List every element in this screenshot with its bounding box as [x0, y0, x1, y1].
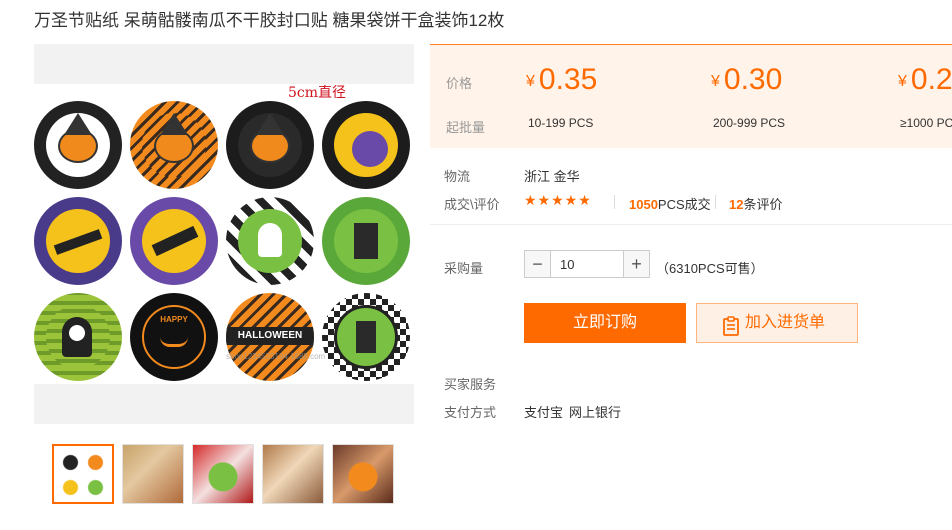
price-value: 0.2 — [910, 63, 952, 96]
size-caption: 5cm直径 — [288, 85, 347, 101]
product-title: 万圣节贴纸 呆萌骷髅南瓜不干胶封口贴 糖果袋饼干盒装饰12枚 — [34, 11, 505, 30]
divider — [430, 224, 952, 225]
price-tier-2: ¥0.30 — [711, 63, 782, 97]
deals-label: 成交\评价 — [444, 197, 500, 212]
tier-2-range: 200-999 PCS — [713, 116, 786, 130]
logistics-origin: 浙江 金华 — [524, 169, 580, 184]
price-tier-1: ¥0.35 — [526, 63, 597, 97]
sticker-moon-bat — [322, 101, 410, 189]
sticker-witch-purple — [34, 197, 122, 285]
clipboard-icon — [723, 313, 739, 351]
main-product-image[interactable]: HAPPY HALLOWEEN 5cm直径 shop1234523194.168… — [34, 44, 414, 424]
currency-symbol: ¥ — [898, 73, 907, 90]
deal-count[interactable]: 1050PCS成交 — [629, 194, 711, 213]
logistics-label: 物流 — [444, 169, 471, 184]
payment-online-bank: 网上银行 — [569, 405, 622, 420]
thumbnail-3[interactable] — [192, 444, 254, 504]
rating-stars: ★★★★★ — [524, 192, 592, 208]
sticker-happy-halloween-face: HAPPY — [130, 293, 218, 381]
divider — [614, 195, 615, 209]
sticker-grim-reaper-stripes — [34, 293, 122, 381]
buyer-services-label: 买家服务 — [444, 377, 497, 392]
available-stock: （6310PCS可售） — [656, 261, 764, 276]
price-value: 0.30 — [723, 63, 783, 96]
payment-label: 支付方式 — [444, 405, 497, 420]
sticker-castle-checker — [322, 293, 410, 381]
thumbnail-1[interactable] — [52, 444, 114, 504]
tier-1-range: 10-199 PCS — [528, 116, 594, 130]
sticker-pumpkin-witch-hat-white — [34, 101, 122, 189]
sticker-ghost-argyle — [226, 197, 314, 285]
quantity-input[interactable] — [552, 251, 622, 277]
price-value: 0.35 — [538, 63, 598, 96]
sticker-halloween-banner: HALLOWEEN — [226, 293, 314, 381]
quantity-label: 采购量 — [444, 261, 484, 276]
currency-symbol: ¥ — [711, 73, 720, 90]
sticker-haunted-castle — [322, 197, 410, 285]
sticker-witch-broom — [130, 197, 218, 285]
increase-button[interactable]: + — [623, 251, 649, 277]
price-tier-3: ¥0.2 — [898, 63, 952, 97]
quantity-stepper: − + — [524, 250, 650, 278]
add-to-cart-label: 加入进货单 — [745, 314, 826, 331]
tier-3-range: ≥1000 PCS — [900, 116, 952, 130]
decrease-button[interactable]: − — [525, 251, 551, 277]
add-to-cart-button[interactable]: 加入进货单 — [696, 303, 858, 343]
currency-symbol: ¥ — [526, 73, 535, 90]
payment-alipay: 支付宝 — [524, 405, 564, 420]
thumbnail-2[interactable] — [122, 444, 184, 504]
price-panel: 价格 起批量 ¥0.35 10-199 PCS ¥0.30 200-999 PC… — [430, 44, 952, 148]
image-watermark: shop1234523194.1688.com — [226, 352, 326, 361]
image-canvas: HAPPY HALLOWEEN 5cm直径 shop1234523194.168… — [34, 84, 414, 384]
price-label: 价格 — [446, 76, 473, 91]
divider — [715, 195, 716, 209]
sticker-pumpkin-black-dots — [226, 101, 314, 189]
sticker-pumpkin-orange-zigzag — [130, 101, 218, 189]
review-count[interactable]: 12条评价 — [729, 194, 782, 213]
min-order-label: 起批量 — [446, 120, 486, 135]
thumbnail-4[interactable] — [262, 444, 324, 504]
thumbnail-5[interactable] — [332, 444, 394, 504]
buy-now-button[interactable]: 立即订购 — [524, 303, 686, 343]
